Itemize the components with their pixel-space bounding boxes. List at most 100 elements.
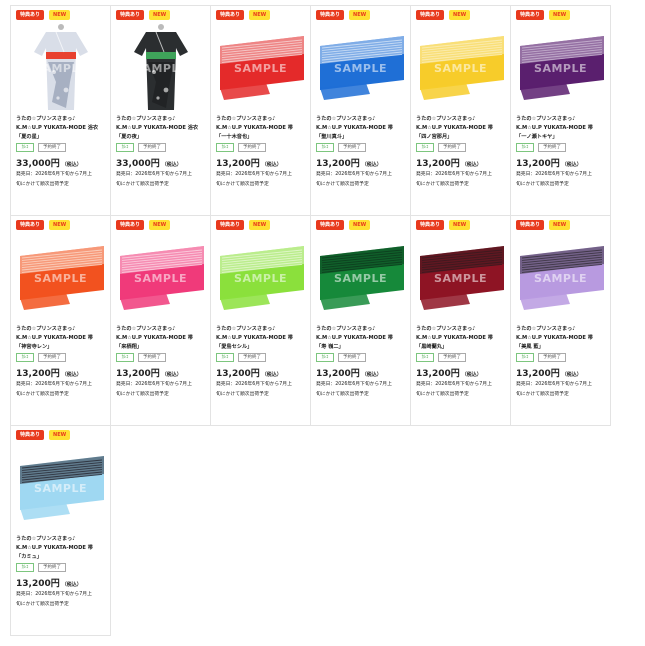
category-tag[interactable]: ｶﾚｺ [316,143,334,152]
product-line[interactable]: K.M☆U.P YUKATA-MODE 帯 [16,544,105,552]
product-series[interactable]: うたの☆プリンスさまっ♪ [516,115,605,123]
product-line[interactable]: K.M☆U.P YUKATA-MODE 帯 [516,334,605,342]
reservation-closed-tag: 予約終了 [138,143,166,152]
product-card[interactable]: 特典あり NEW SAMPLE うたの☆プリンスさまっ♪ K.M☆U.P YUK… [11,216,111,426]
obi-illustration [519,246,604,310]
product-card[interactable]: 特典あり NEW SAMPLE うたの☆プリンスさまっ♪ K.M☆U.P YUK… [211,216,311,426]
category-tag[interactable]: ｶﾚｺ [316,353,334,362]
product-image[interactable]: SAMPLE [216,22,305,114]
category-tag[interactable]: ｶﾚｺ [516,143,534,152]
product-name[interactable]: 「夏の星」 [16,133,105,141]
product-card[interactable]: 特典あり NEW SAMPLE うたの☆プリンスさまっ♪ K.M☆U.P YUK… [11,426,111,636]
product-line[interactable]: K.M☆U.P YUKATA-MODE 帯 [316,124,405,132]
product-line[interactable]: K.M☆U.P YUKATA-MODE 帯 [416,124,505,132]
product-line[interactable]: K.M☆U.P YUKATA-MODE 帯 [516,124,605,132]
product-series[interactable]: うたの☆プリンスさまっ♪ [16,325,105,333]
product-name[interactable]: 「美風 藍」 [516,343,605,351]
category-tag[interactable]: ｶﾚｺ [116,143,134,152]
product-image[interactable]: SAMPLE [16,442,105,534]
tag-row: ｶﾚｺ 予約終了 [16,353,105,362]
product-name[interactable]: 「一ノ瀬トキヤ」 [516,133,605,141]
obi-illustration [319,246,404,310]
category-tag[interactable]: ｶﾚｺ [16,143,34,152]
product-series[interactable]: うたの☆プリンスさまっ♪ [16,115,105,123]
product-card[interactable]: 特典あり NEW SAMPLE うたの☆プリンスさまっ♪ K.M☆U.P YUK… [511,216,611,426]
product-card[interactable]: 特典あり NEW SAMPLE うたの☆プリンスさまっ♪ K.M☆U.P YUK… [11,6,111,216]
product-image[interactable]: SAMPLE [116,22,205,114]
category-tag[interactable]: ｶﾚｺ [416,353,434,362]
product-line[interactable]: K.M☆U.P YUKATA-MODE 浴衣 [16,124,105,132]
product-name[interactable]: 「愛島セシル」 [216,343,305,351]
product-series[interactable]: うたの☆プリンスさまっ♪ [316,325,405,333]
product-line[interactable]: K.M☆U.P YUKATA-MODE 浴衣 [116,124,205,132]
product-line[interactable]: K.M☆U.P YUKATA-MODE 帯 [16,334,105,342]
new-badge: NEW [349,220,371,230]
product-name[interactable]: 「黒崎蘭丸」 [416,343,505,351]
product-name[interactable]: 「夏の夜」 [116,133,205,141]
product-card[interactable]: 特典あり NEW SAMPLE うたの☆プリンスさまっ♪ K.M☆U.P YUK… [211,6,311,216]
product-series[interactable]: うたの☆プリンスさまっ♪ [516,325,605,333]
product-image[interactable]: SAMPLE [316,232,405,324]
perk-badge: 特典あり [316,220,345,230]
reservation-closed-tag: 予約終了 [38,353,66,362]
product-card[interactable]: 特典あり NEW SAMPLE うたの☆プリンスさまっ♪ K.M☆U.P YUK… [511,6,611,216]
price: 13,200円 （税込） [316,366,405,379]
product-card[interactable]: 特典あり NEW SAMPLE うたの☆プリンスさまっ♪ K.M☆U.P YUK… [411,216,511,426]
perk-badge: 特典あり [116,220,145,230]
product-line[interactable]: K.M☆U.P YUKATA-MODE 帯 [316,334,405,342]
price-value: 13,200円 [316,369,360,379]
reservation-closed-tag: 予約終了 [238,353,266,362]
product-series[interactable]: うたの☆プリンスさまっ♪ [316,115,405,123]
product-illustration [126,22,196,114]
product-image[interactable]: SAMPLE [416,22,505,114]
product-card[interactable]: 特典あり NEW SAMPLE うたの☆プリンスさまっ♪ K.M☆U.P YUK… [411,6,511,216]
product-series[interactable]: うたの☆プリンスさまっ♪ [216,325,305,333]
product-name[interactable]: 「一十木音也」 [216,133,305,141]
perk-badge: 特典あり [16,430,45,440]
product-name[interactable]: 「来栖翔」 [116,343,205,351]
tag-row: ｶﾚｺ 予約終了 [316,353,405,362]
tax-note: （税込） [61,582,82,588]
product-card[interactable]: 特典あり NEW SAMPLE うたの☆プリンスさまっ♪ K.M☆U.P YUK… [111,216,211,426]
category-tag[interactable]: ｶﾚｺ [216,353,234,362]
product-illustration [116,238,206,318]
category-tag[interactable]: ｶﾚｺ [216,143,234,152]
category-tag[interactable]: ｶﾚｺ [416,143,434,152]
release-info-line-1: 発売日：2026年6月下旬から7月上 [416,172,492,177]
product-series[interactable]: うたの☆プリンスさまっ♪ [116,115,205,123]
category-tag[interactable]: ｶﾚｺ [16,563,34,572]
product-line[interactable]: K.M☆U.P YUKATA-MODE 帯 [416,334,505,342]
product-card[interactable]: 特典あり NEW SAMPLE うたの☆プリンスさまっ♪ K.M☆U.P YUK… [311,216,411,426]
release-info-line-2: 旬にかけて順次出荷予定 [216,392,269,397]
product-image[interactable]: SAMPLE [216,232,305,324]
category-tag[interactable]: ｶﾚｺ [116,353,134,362]
product-name[interactable]: 「カミュ」 [16,553,105,561]
product-image[interactable]: SAMPLE [16,22,105,114]
product-line[interactable]: K.M☆U.P YUKATA-MODE 帯 [216,334,305,342]
product-series[interactable]: うたの☆プリンスさまっ♪ [416,325,505,333]
product-image[interactable]: SAMPLE [116,232,205,324]
category-tag[interactable]: ｶﾚｺ [16,353,34,362]
product-image[interactable]: SAMPLE [416,232,505,324]
obi-illustration [19,246,104,310]
category-tag[interactable]: ｶﾚｺ [516,353,534,362]
product-illustration [516,238,606,318]
product-image[interactable]: SAMPLE [316,22,405,114]
product-image[interactable]: SAMPLE [516,22,605,114]
yukata-illustration [133,24,188,110]
product-name[interactable]: 「聖川真斗」 [316,133,405,141]
product-name[interactable]: 「神宮寺レン」 [16,343,105,351]
product-series[interactable]: うたの☆プリンスさまっ♪ [16,535,105,543]
price: 33,000円 （税込） [16,156,105,169]
product-image[interactable]: SAMPLE [516,232,605,324]
product-line[interactable]: K.M☆U.P YUKATA-MODE 帯 [216,124,305,132]
product-card[interactable]: 特典あり NEW SAMPLE うたの☆プリンスさまっ♪ K.M☆U.P YUK… [111,6,211,216]
product-card[interactable]: 特典あり NEW SAMPLE うたの☆プリンスさまっ♪ K.M☆U.P YUK… [311,6,411,216]
product-name[interactable]: 「四ノ宮那月」 [416,133,505,141]
product-name[interactable]: 「寿 嶺二」 [316,343,405,351]
product-image[interactable]: SAMPLE [16,232,105,324]
product-series[interactable]: うたの☆プリンスさまっ♪ [116,325,205,333]
product-line[interactable]: K.M☆U.P YUKATA-MODE 帯 [116,334,205,342]
product-series[interactable]: うたの☆プリンスさまっ♪ [216,115,305,123]
product-series[interactable]: うたの☆プリンスさまっ♪ [416,115,505,123]
